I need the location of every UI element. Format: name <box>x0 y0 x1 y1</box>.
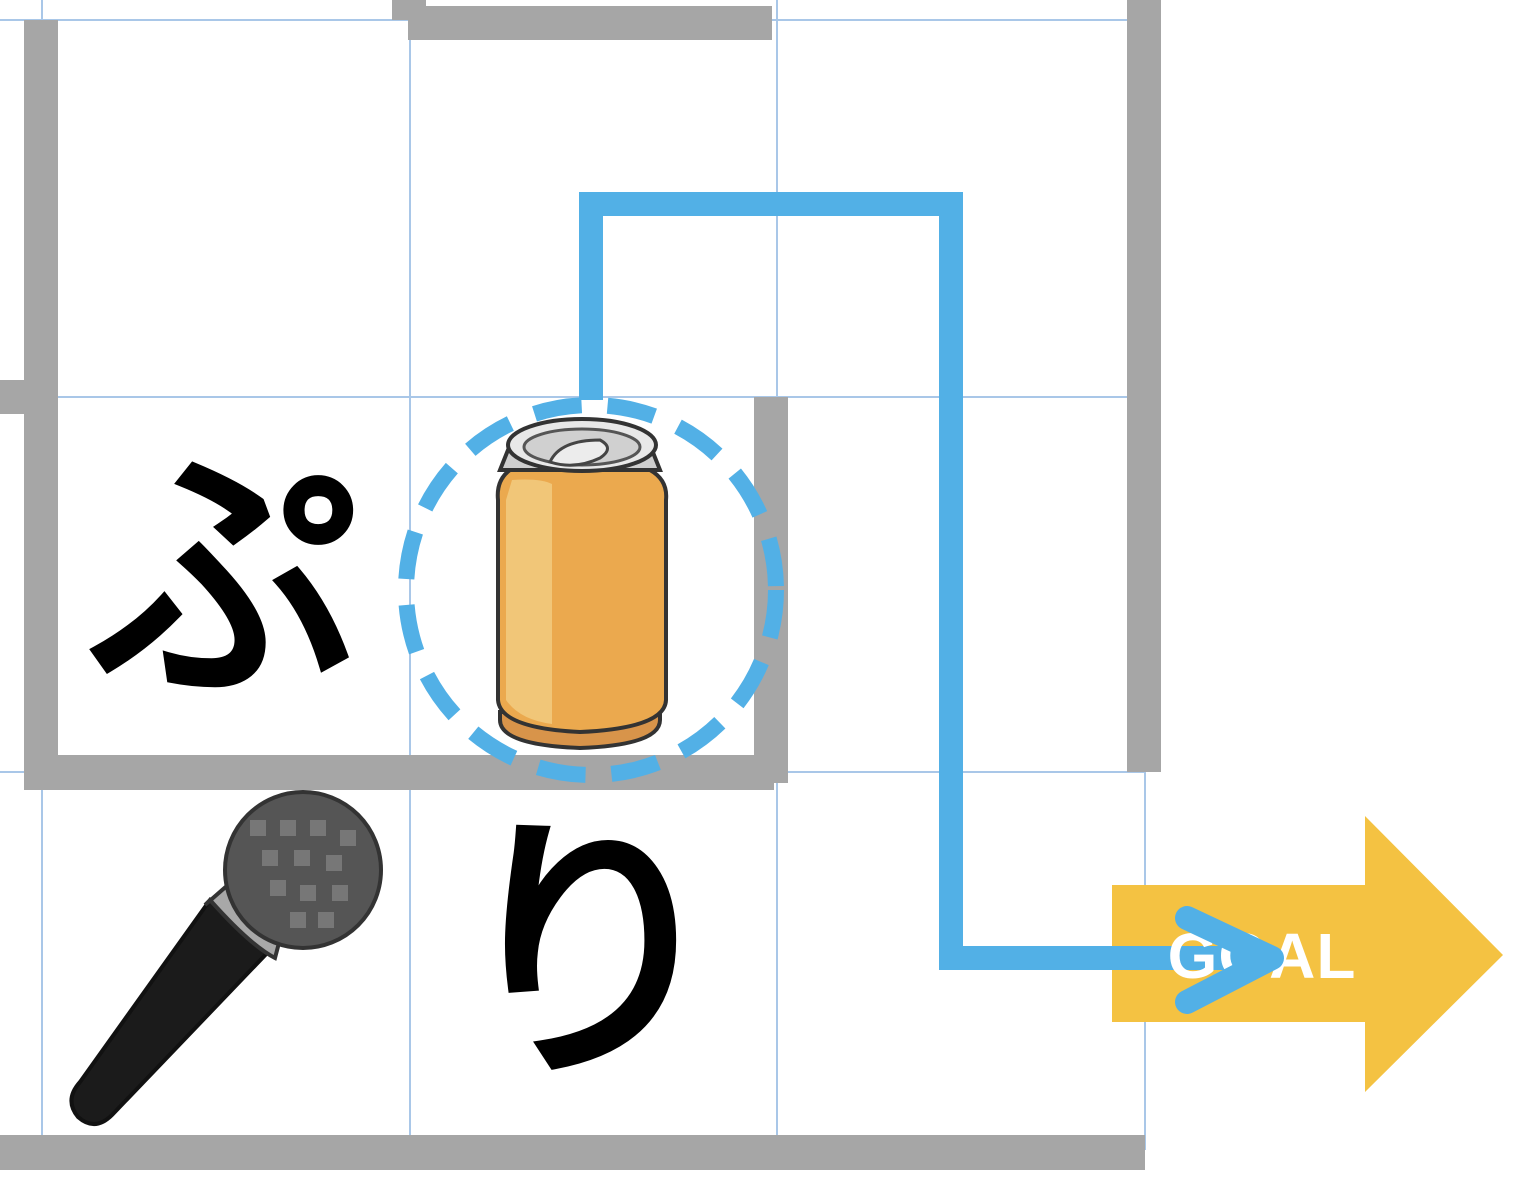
goal-label: GOAL <box>1167 920 1357 992</box>
microphone-icon <box>69 790 383 1126</box>
cell-char-ri: り <box>450 792 730 1118</box>
can-icon <box>495 417 669 751</box>
cell-char-pu: ぷ <box>90 422 360 737</box>
